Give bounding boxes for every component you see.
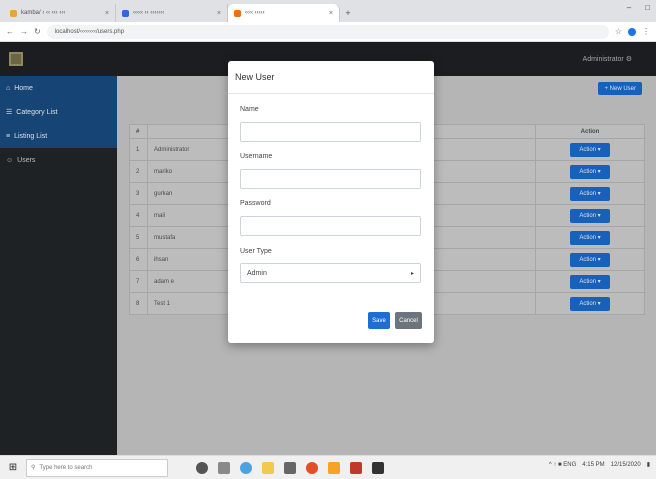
chevron-down-icon: ▸ bbox=[410, 270, 414, 277]
url-field[interactable]: localhost/‹‹‹‹‹‹‹‹/users.php bbox=[46, 24, 609, 39]
taskbar-apps bbox=[196, 461, 384, 474]
taskbar-search[interactable]: ⚲ Type here to search bbox=[26, 458, 168, 477]
browser-extensions: ☆ ⋮ bbox=[615, 27, 650, 36]
windows-start-icon[interactable]: ⊞ bbox=[0, 462, 26, 473]
user-type-select[interactable]: Admin ▸ bbox=[240, 263, 421, 283]
store-icon[interactable] bbox=[284, 461, 296, 474]
modal-title: New User bbox=[228, 61, 434, 94]
favicon-icon bbox=[10, 9, 17, 17]
name-field[interactable] bbox=[240, 122, 421, 142]
tray-icons[interactable]: ^ ↑ ■ ENG bbox=[549, 462, 576, 468]
new-user-modal: New User Name Username Password User Typ… bbox=[228, 61, 434, 343]
username-field[interactable] bbox=[240, 169, 421, 189]
back-arrow-icon[interactable]: ← bbox=[6, 27, 14, 36]
browser-tab-strip: kamba/ ‹ ‹‹ ‹‹‹ ‹‹‹ × ‹‹‹‹‹ ‹‹ ‹‹‹‹‹‹‹ ×… bbox=[0, 0, 656, 22]
edge-icon[interactable] bbox=[240, 461, 252, 474]
app-icon[interactable] bbox=[350, 461, 362, 474]
save-button[interactable]: Save bbox=[368, 312, 390, 329]
tab-title: ‹‹‹‹ ‹‹‹‹‹ bbox=[245, 10, 265, 16]
favicon-icon bbox=[234, 9, 241, 17]
chrome-icon[interactable] bbox=[306, 461, 318, 474]
close-tab-icon[interactable]: × bbox=[217, 10, 221, 17]
task-view-icon[interactable] bbox=[196, 461, 208, 474]
app-icon[interactable] bbox=[372, 461, 384, 474]
clock[interactable]: 4:15 PM bbox=[582, 462, 604, 468]
taskbar-search-placeholder: Type here to search bbox=[39, 464, 93, 471]
tab-title: kamba/ ‹ ‹‹ ‹‹‹ ‹‹‹ bbox=[21, 10, 66, 16]
browser-tab[interactable]: ‹‹‹‹‹ ‹‹ ‹‹‹‹‹‹‹ × bbox=[116, 4, 228, 22]
app-icon[interactable] bbox=[218, 461, 230, 474]
cancel-button[interactable]: Cancel bbox=[395, 312, 422, 329]
favicon-icon bbox=[122, 9, 129, 17]
close-tab-icon[interactable]: × bbox=[105, 10, 109, 17]
user-type-label: User Type bbox=[240, 248, 272, 255]
new-tab-button[interactable]: + bbox=[340, 4, 356, 22]
window-controls: – □ bbox=[627, 3, 650, 12]
maximize-button[interactable]: □ bbox=[645, 3, 650, 12]
password-label: Password bbox=[240, 200, 271, 207]
star-icon[interactable]: ☆ bbox=[615, 27, 622, 36]
password-field[interactable] bbox=[240, 216, 421, 236]
reload-icon[interactable]: ↻ bbox=[34, 27, 41, 36]
username-label: Username bbox=[240, 153, 273, 160]
tab-title: ‹‹‹‹‹ ‹‹ ‹‹‹‹‹‹‹ bbox=[133, 10, 165, 16]
browser-tab[interactable]: kamba/ ‹ ‹‹ ‹‹‹ ‹‹‹ × bbox=[4, 4, 116, 22]
profile-avatar-icon[interactable] bbox=[628, 27, 636, 36]
menu-icon[interactable]: ⋮ bbox=[642, 27, 650, 36]
os-taskbar: ⊞ ⚲ Type here to search ^ ↑ ■ ENG 4:15 P… bbox=[0, 455, 656, 479]
app-icon[interactable] bbox=[328, 461, 340, 474]
date[interactable]: 12/15/2020 bbox=[611, 462, 641, 468]
system-tray: ^ ↑ ■ ENG 4:15 PM 12/15/2020 ▮ bbox=[549, 461, 650, 469]
address-bar: ← → ↻ localhost/‹‹‹‹‹‹‹‹/users.php ☆ ⋮ bbox=[0, 22, 656, 42]
minimize-button[interactable]: – bbox=[627, 3, 631, 12]
search-icon: ⚲ bbox=[31, 465, 36, 471]
forward-arrow-icon[interactable]: → bbox=[20, 27, 28, 36]
notification-icon[interactable]: ▮ bbox=[647, 461, 650, 468]
file-explorer-icon[interactable] bbox=[262, 461, 274, 474]
user-type-selected: Admin bbox=[247, 269, 267, 277]
name-label: Name bbox=[240, 106, 259, 113]
close-tab-icon[interactable]: × bbox=[329, 10, 333, 17]
browser-tab-active[interactable]: ‹‹‹‹ ‹‹‹‹‹ × bbox=[228, 4, 340, 22]
